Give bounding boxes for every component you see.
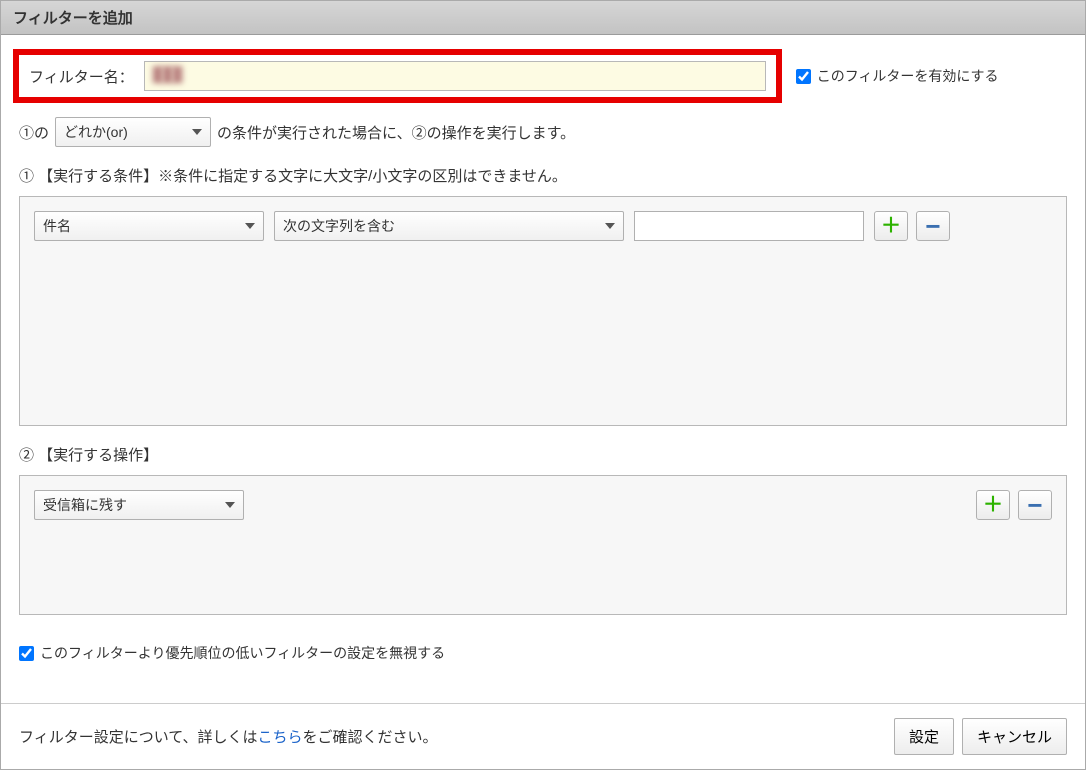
- condition-operator-value: 次の文字列を含む: [283, 216, 395, 236]
- filter-name-value: ███: [153, 66, 183, 82]
- condition-row: 件名 次の文字列を含む ＋ −: [34, 211, 1052, 241]
- ignore-lower-priority-checkbox[interactable]: [19, 646, 34, 661]
- match-type-value: どれか(or): [64, 122, 128, 142]
- match-rule-row: ①の どれか(or) の条件が実行された場合に、②の操作を実行します。: [1, 115, 1085, 159]
- dialog-content: フィルター名： ███ このフィルターを有効にする ①の どれか(or) の条件…: [1, 35, 1085, 681]
- action-row: 受信箱に残す ＋ −: [34, 490, 1052, 520]
- filter-name-row: フィルター名： ███ このフィルターを有効にする: [1, 35, 1085, 115]
- add-action-button[interactable]: ＋: [976, 490, 1010, 520]
- plus-icon: ＋: [881, 216, 901, 236]
- chevron-down-icon: [192, 129, 202, 135]
- enable-filter-text: このフィルターを有効にする: [817, 66, 999, 86]
- dialog-header: フィルターを追加: [1, 1, 1085, 35]
- help-link[interactable]: こちら: [258, 729, 303, 746]
- condition-value-input[interactable]: [634, 211, 864, 241]
- condition-field-select[interactable]: 件名: [34, 211, 264, 241]
- dialog-title: フィルターを追加: [13, 10, 133, 27]
- rule-prefix: ①の: [19, 122, 49, 143]
- footer-buttons: 設定 キャンセル: [894, 718, 1067, 755]
- enable-filter-checkbox-label[interactable]: このフィルターを有効にする: [796, 66, 999, 86]
- rule-suffix: の条件が実行された場合に、②の操作を実行します。: [217, 122, 575, 143]
- help-suffix: をご確認ください。: [303, 729, 438, 746]
- chevron-down-icon: [245, 223, 255, 229]
- condition-buttons: ＋ −: [874, 211, 950, 241]
- conditions-section-label: ① 【実行する条件】※条件に指定する文字に大文字/小文字の区別はできません。: [1, 159, 1085, 196]
- submit-button[interactable]: 設定: [894, 718, 954, 755]
- minus-icon: −: [1027, 492, 1042, 518]
- add-condition-button[interactable]: ＋: [874, 211, 908, 241]
- priority-checkbox-row: このフィルターより優先順位の低いフィルターの設定を無視する: [1, 631, 1085, 681]
- dialog-footer: フィルター設定について、詳しくはこちらをご確認ください。 設定 キャンセル: [1, 703, 1085, 769]
- filter-name-input[interactable]: ███: [144, 61, 766, 91]
- action-select[interactable]: 受信箱に残す: [34, 490, 244, 520]
- plus-icon: ＋: [983, 495, 1003, 515]
- action-buttons: ＋ −: [976, 490, 1052, 520]
- conditions-panel: 件名 次の文字列を含む ＋ −: [19, 196, 1067, 426]
- match-type-select[interactable]: どれか(or): [55, 117, 211, 147]
- action-value: 受信箱に残す: [43, 495, 127, 515]
- remove-condition-button[interactable]: −: [916, 211, 950, 241]
- remove-action-button[interactable]: −: [1018, 490, 1052, 520]
- help-prefix: フィルター設定について、詳しくは: [19, 729, 258, 746]
- actions-panel: 受信箱に残す ＋ −: [19, 475, 1067, 615]
- chevron-down-icon: [605, 223, 615, 229]
- filter-name-label: フィルター名：: [29, 66, 134, 87]
- footer-help-text: フィルター設定について、詳しくはこちらをご確認ください。: [19, 726, 438, 747]
- cancel-button[interactable]: キャンセル: [962, 718, 1067, 755]
- condition-operator-select[interactable]: 次の文字列を含む: [274, 211, 624, 241]
- minus-icon: −: [925, 213, 940, 239]
- filter-name-highlight: フィルター名： ███: [13, 49, 782, 103]
- actions-section-label: ② 【実行する操作】: [1, 426, 1085, 475]
- ignore-lower-priority-label: このフィルターより優先順位の低いフィルターの設定を無視する: [40, 643, 445, 663]
- condition-field-value: 件名: [43, 216, 71, 236]
- chevron-down-icon: [225, 502, 235, 508]
- enable-filter-checkbox[interactable]: [796, 69, 811, 84]
